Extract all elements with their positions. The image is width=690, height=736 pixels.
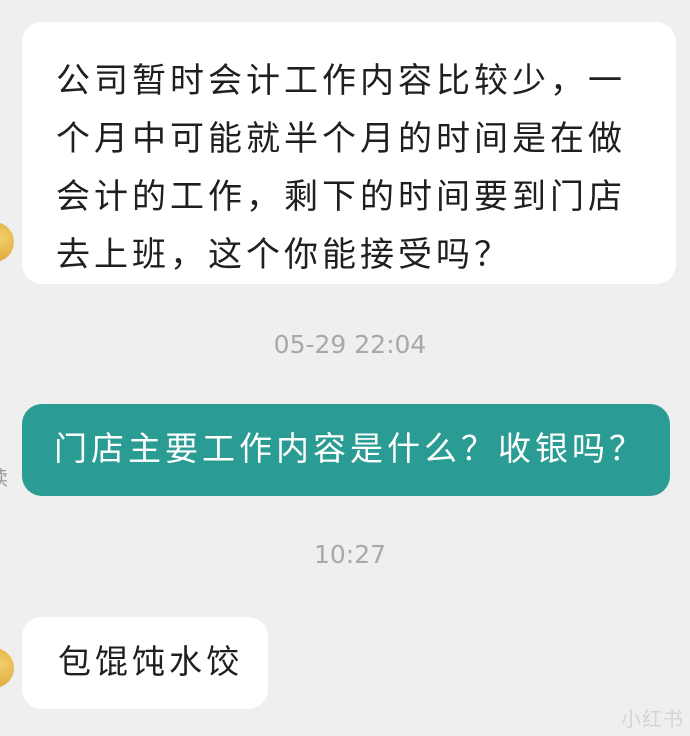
watermark: 小红书	[621, 707, 684, 731]
outgoing-message-bubble[interactable]: 门店主要工作内容是什么？收银吗？	[22, 404, 670, 496]
message-timestamp: 10:27	[313, 540, 387, 569]
incoming-message-bubble[interactable]: 包馄饨水饺	[22, 617, 268, 709]
contact-avatar[interactable]	[0, 648, 14, 688]
incoming-message-bubble[interactable]: 公司暂时会计工作内容比较少，一个月中可能就半个月的时间是在做会计的工作，剩下的时…	[22, 22, 676, 284]
read-receipt-label: 读	[0, 466, 8, 490]
contact-avatar[interactable]	[0, 222, 14, 262]
chat-thread: 公司暂时会计工作内容比较少，一个月中可能就半个月的时间是在做会计的工作，剩下的时…	[0, 0, 690, 736]
message-timestamp: 05-29 22:04	[273, 330, 427, 359]
